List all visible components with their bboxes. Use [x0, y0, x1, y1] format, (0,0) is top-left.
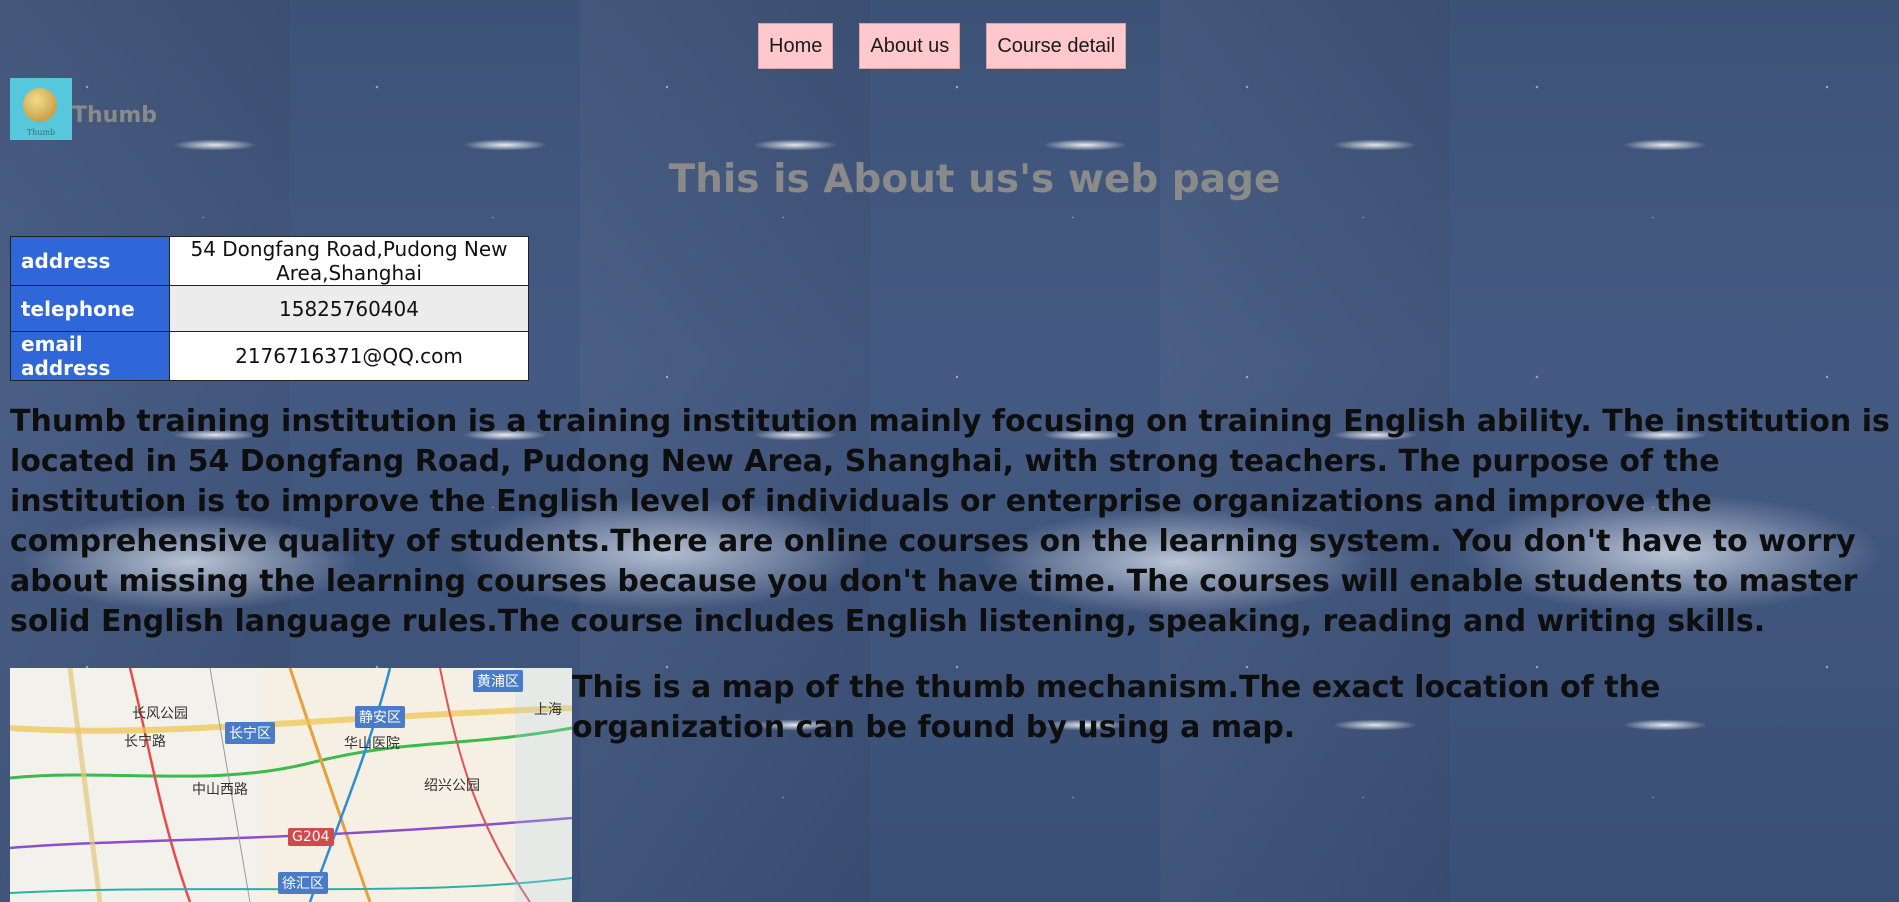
- map-label-changfeng: 长风公园: [132, 706, 188, 722]
- nav-about-us-button[interactable]: About us: [859, 23, 961, 69]
- contact-info-table: address 54 Dongfang Road,Pudong New Area…: [10, 236, 529, 381]
- map-label-shanghai: 上海: [534, 702, 562, 718]
- address-label: address: [10, 236, 170, 286]
- map-label-xuhui: 徐汇区: [278, 872, 328, 894]
- page-title: This is About us's web page: [668, 157, 1281, 202]
- top-navigation: Home About us Course detail: [758, 23, 1127, 69]
- table-row: address 54 Dongfang Road,Pudong New Area…: [10, 236, 529, 286]
- telephone-value: 15825760404: [169, 285, 529, 332]
- map-label-g204: G204: [288, 828, 334, 846]
- brand-name: Thumb: [72, 103, 158, 128]
- map-label-changning: 长宁区: [225, 722, 275, 744]
- logo-image: Thumb: [10, 78, 72, 140]
- map-caption: This is a map of the thumb mechanism.The…: [572, 670, 1661, 745]
- map-label-huashan: 华山医院: [344, 736, 400, 752]
- map-label-huangpu: 黄浦区: [473, 670, 523, 692]
- address-value: 54 Dongfang Road,Pudong New Area,Shangha…: [169, 236, 529, 286]
- email-value: 2176716371@QQ.com: [169, 331, 529, 381]
- nav-course-detail-button[interactable]: Course detail: [986, 23, 1127, 69]
- logo-tiny-text: Thumb: [26, 128, 56, 137]
- table-row: email address 2176716371@QQ.com: [10, 331, 529, 381]
- map-label-shaoxing: 绍兴公园: [424, 778, 480, 794]
- table-row: telephone 15825760404: [10, 285, 529, 332]
- map-label-jingan: 静安区: [355, 706, 405, 728]
- map-label-zhongshan-west: 中山西路: [192, 782, 248, 798]
- email-label: email address: [10, 331, 170, 381]
- map-roads: [10, 668, 572, 902]
- map-label-changning-road: 长宁路: [124, 734, 166, 750]
- logo-orb-icon: [23, 88, 57, 122]
- location-map-image: 黄浦区 长风公园 长宁路 长宁区 静安区 上海 华山医院 绍兴公园 中山西路 G…: [10, 668, 572, 902]
- nav-home-button[interactable]: Home: [758, 23, 834, 69]
- telephone-label: telephone: [10, 285, 170, 332]
- institution-description: Thumb training institution is a training…: [10, 404, 1890, 639]
